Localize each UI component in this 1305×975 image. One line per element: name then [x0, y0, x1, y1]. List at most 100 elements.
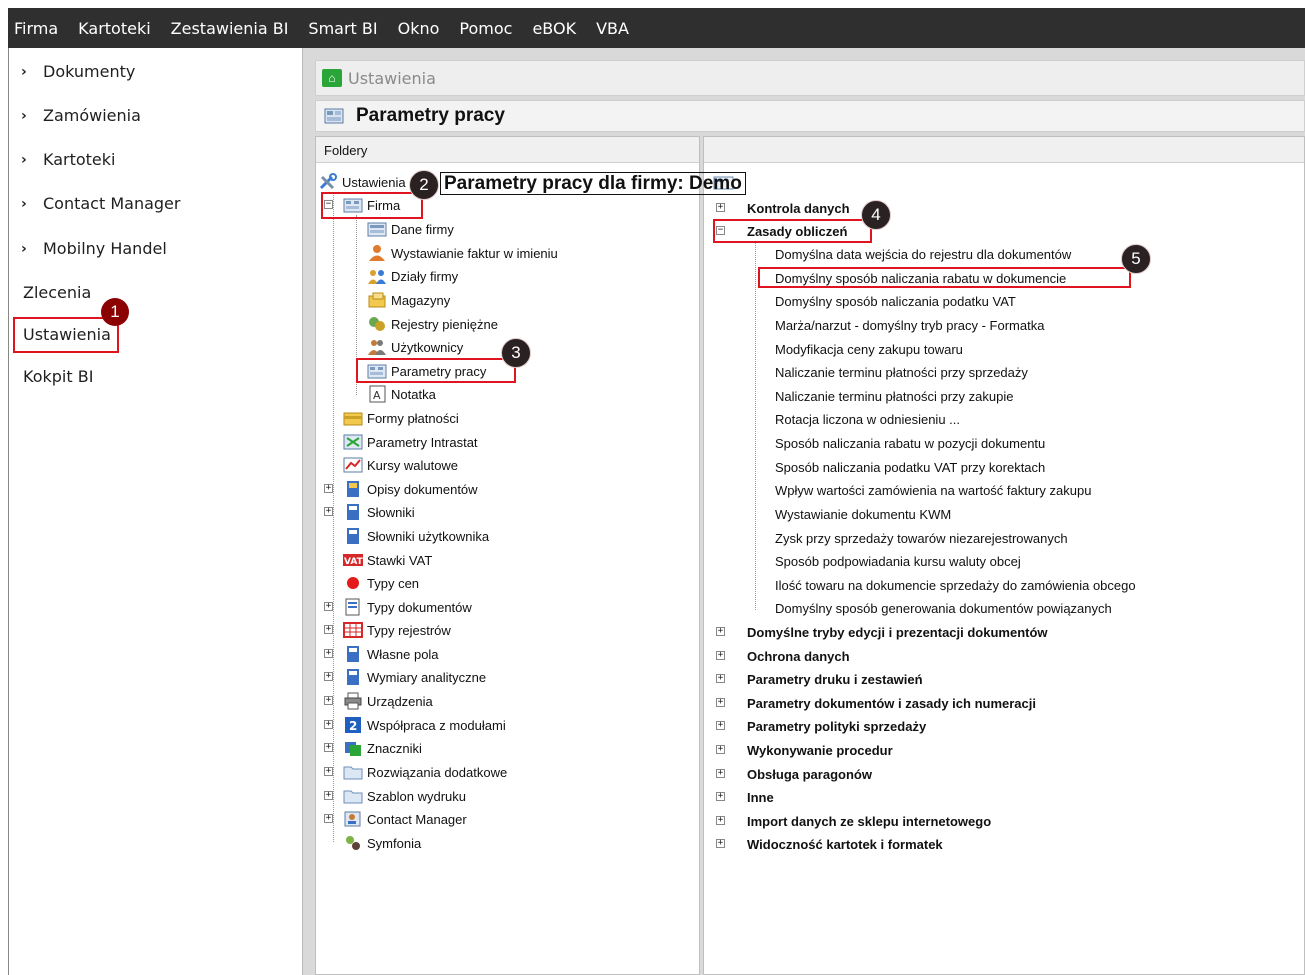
param-item[interactable]: Marża/narzut - domyślny tryb pracy - For… — [775, 314, 1044, 336]
param-item[interactable]: Domyślny sposób naliczania podatku VAT — [775, 290, 1016, 312]
param-item[interactable]: Naliczanie terminu płatności przy zakupi… — [775, 385, 1013, 407]
expand-icon[interactable]: + — [324, 649, 333, 658]
menu-ebok[interactable]: eBOK — [532, 19, 576, 38]
param-group[interactable]: Import danych ze sklepu internetowego — [747, 810, 991, 832]
highlight-parametry-pracy — [356, 358, 516, 383]
menu-kartoteki[interactable]: Kartoteki — [78, 19, 150, 38]
nav-zamowienia[interactable]: › Zamówienia — [21, 106, 141, 125]
expand-icon[interactable]: + — [716, 627, 725, 636]
menu-okno[interactable]: Okno — [398, 19, 440, 38]
param-item[interactable]: Sposób podpowiadania kursu waluty obcej — [775, 550, 1021, 572]
tree-label: Symfonia — [367, 835, 422, 851]
tree-item-slowniki[interactable]: Słowniki — [343, 501, 415, 523]
expand-icon[interactable]: + — [324, 484, 333, 493]
tree-item-wspolpraca-z-modulami[interactable]: 2 Współpraca z modułami — [343, 714, 506, 736]
expand-icon[interactable]: + — [324, 767, 333, 776]
param-group[interactable]: Parametry dokumentów i zasady ich numera… — [747, 692, 1036, 714]
tree-item-dane-firmy[interactable]: Dane firmy — [367, 218, 454, 240]
param-group[interactable]: Parametry druku i zestawień — [747, 668, 923, 690]
expand-icon[interactable]: + — [716, 839, 725, 848]
param-item[interactable]: Wystawianie dokumentu KWM — [775, 503, 951, 525]
document-icon — [347, 481, 359, 497]
param-group[interactable]: Obsługa paragonów — [747, 763, 872, 785]
group-kontrola-danych[interactable]: Kontrola danych — [747, 197, 850, 219]
nav-dokumenty[interactable]: › Dokumenty — [21, 62, 135, 81]
param-item[interactable]: Naliczanie terminu płatności przy sprzed… — [775, 361, 1028, 383]
expand-icon[interactable]: + — [716, 816, 725, 825]
tree-item-uzytkownicy[interactable]: Użytkownicy — [367, 336, 463, 358]
tree-item-typy-dokumentow[interactable]: Typy dokumentów — [343, 596, 472, 618]
tree-item-rejestry-pieniezne[interactable]: Rejestry pieniężne — [367, 313, 498, 335]
expand-icon[interactable]: + — [324, 720, 333, 729]
expand-icon[interactable]: + — [324, 814, 333, 823]
tree-item-notatka[interactable]: A Notatka — [367, 383, 436, 405]
expand-icon[interactable]: + — [716, 698, 725, 707]
param-item[interactable]: Rotacja liczona w odniesieniu ... — [775, 408, 960, 430]
expand-icon[interactable]: + — [716, 674, 725, 683]
tree-item-znaczniki[interactable]: Znaczniki — [343, 737, 422, 759]
expand-icon[interactable]: + — [324, 743, 333, 752]
tree-item-slowniki-uzytkownika[interactable]: Słowniki użytkownika — [343, 525, 489, 547]
param-item[interactable]: Domyślna data wejścia do rejestru dla do… — [775, 243, 1071, 265]
expand-icon[interactable]: + — [324, 791, 333, 800]
tree-item-symfonia[interactable]: Symfonia — [343, 832, 421, 854]
nav-contact-manager[interactable]: › Contact Manager — [21, 194, 180, 213]
dictionary-icon — [347, 504, 359, 520]
param-group[interactable]: Ochrona danych — [747, 645, 850, 667]
tree-item-szablon-wydruku[interactable]: Szablon wydruku — [343, 785, 466, 807]
tree-item-opisy-dokumentow[interactable]: Opisy dokumentów — [343, 478, 478, 500]
expand-icon[interactable]: + — [324, 696, 333, 705]
param-group[interactable]: Inne — [747, 786, 774, 808]
tree-item-stawki-vat[interactable]: VAT Stawki VAT — [343, 549, 432, 571]
tools-icon — [319, 173, 337, 190]
menu-pomoc[interactable]: Pomoc — [459, 19, 512, 38]
expand-icon[interactable]: + — [716, 769, 725, 778]
tree-item-wystawianie-faktur[interactable]: Wystawianie faktur w imieniu — [367, 242, 558, 264]
tree-item-urzadzenia[interactable]: Urządzenia — [343, 690, 433, 712]
expand-icon[interactable]: + — [324, 507, 333, 516]
nav-zlecenia[interactable]: Zlecenia — [23, 283, 91, 302]
expand-icon[interactable]: + — [716, 792, 725, 801]
tree-label: Dane firmy — [391, 221, 454, 237]
menu-firma[interactable]: Firma — [14, 19, 58, 38]
tags-icon — [345, 742, 361, 756]
param-item[interactable]: Sposób naliczania rabatu w pozycji dokum… — [775, 432, 1045, 454]
nav-label: Kartoteki — [43, 150, 116, 169]
folder-icon — [343, 790, 363, 804]
param-item[interactable]: Sposób naliczania podatku VAT przy korek… — [775, 456, 1045, 478]
tree-item-parametry-intrastat[interactable]: Parametry Intrastat — [343, 431, 478, 453]
tree-item-kursy-walutowe[interactable]: Kursy walutowe — [343, 454, 458, 476]
param-group[interactable]: Domyślne tryby edycji i prezentacji doku… — [747, 621, 1048, 643]
param-item[interactable]: Ilość towaru na dokumencie sprzedaży do … — [775, 574, 1136, 596]
expand-icon[interactable]: + — [324, 602, 333, 611]
param-group[interactable]: Wykonywanie procedur — [747, 739, 893, 761]
tree-item-typy-cen[interactable]: Typy cen — [343, 572, 419, 594]
expand-icon[interactable]: + — [716, 745, 725, 754]
expand-icon[interactable]: + — [324, 672, 333, 681]
param-item[interactable]: Modyfikacja ceny zakupu towaru — [775, 338, 963, 360]
expand-icon[interactable]: + — [716, 203, 725, 212]
tree-item-ustawienia[interactable]: Ustawienia — [318, 171, 406, 193]
expand-icon[interactable]: + — [716, 721, 725, 730]
expand-icon[interactable]: + — [716, 651, 725, 660]
param-group[interactable]: Widoczność kartotek i formatek — [747, 833, 943, 855]
nav-kokpit-bi[interactable]: Kokpit BI — [23, 367, 93, 386]
tree-item-dzialy-firmy[interactable]: Działy firmy — [367, 265, 458, 287]
menu-zestawienia-bi[interactable]: Zestawienia BI — [171, 19, 289, 38]
tree-item-wlasne-pola[interactable]: Własne pola — [343, 643, 439, 665]
nav-kartoteki[interactable]: › Kartoteki — [21, 150, 115, 169]
param-item[interactable]: Zysk przy sprzedaży towarów niezarejestr… — [775, 527, 1068, 549]
tree-item-typy-rejestrow[interactable]: Typy rejestrów — [343, 619, 451, 641]
param-item[interactable]: Wpływ wartości zamówienia na wartość fak… — [775, 479, 1091, 501]
menu-smart-bi[interactable]: Smart BI — [308, 19, 377, 38]
nav-mobilny-handel[interactable]: › Mobilny Handel — [21, 239, 167, 258]
expand-icon[interactable]: + — [324, 625, 333, 634]
param-group[interactable]: Parametry polityki sprzedaży — [747, 715, 926, 737]
tree-item-formy-platnosci[interactable]: Formy płatności — [343, 407, 459, 429]
tree-item-rozwiazania-dodatkowe[interactable]: Rozwiązania dodatkowe — [343, 761, 507, 783]
menu-vba[interactable]: VBA — [596, 19, 629, 38]
param-item[interactable]: Domyślny sposób generowania dokumentów p… — [775, 597, 1112, 619]
tree-item-wymiary-analityczne[interactable]: Wymiary analityczne — [343, 666, 486, 688]
tree-item-contact-manager[interactable]: Contact Manager — [343, 808, 467, 830]
tree-item-magazyny[interactable]: Magazyny — [367, 289, 450, 311]
